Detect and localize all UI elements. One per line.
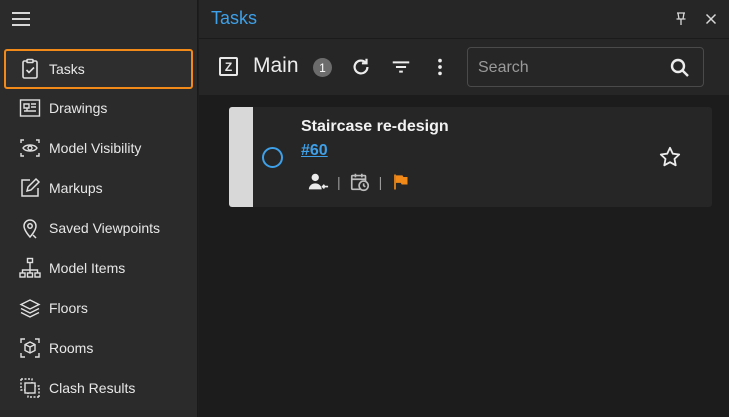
- sidebar-item-label: Floors: [49, 300, 88, 316]
- panel-titlebar: Tasks: [199, 0, 729, 38]
- list-name[interactable]: Main: [253, 54, 299, 78]
- filter-button[interactable]: [389, 55, 413, 79]
- meta-separator: |: [337, 174, 341, 190]
- tasks-toolbar: Z Main 1: [199, 38, 729, 95]
- favorite-star-icon[interactable]: [658, 145, 682, 169]
- sidebar-item-drawings[interactable]: Drawings: [4, 88, 193, 128]
- sidebar-item-label: Markups: [49, 180, 103, 196]
- search-icon[interactable]: [668, 56, 692, 80]
- sidebar-item-label: Clash Results: [49, 380, 136, 396]
- clipboard-check-icon: [16, 55, 44, 83]
- sidebar-item-model-visibility[interactable]: Model Visibility: [4, 128, 193, 168]
- refresh-button[interactable]: [349, 55, 373, 79]
- sidebar-item-label: Model Visibility: [49, 140, 142, 156]
- sidebar-item-label: Rooms: [49, 340, 94, 356]
- cube-frame-icon: [16, 334, 44, 362]
- refresh-icon: [353, 58, 369, 75]
- sidebar-item-label: Model Items: [49, 260, 126, 276]
- overlap-squares-icon: [16, 374, 44, 402]
- pin-icon[interactable]: [673, 11, 689, 27]
- task-count-badge: 1: [313, 58, 332, 77]
- drawing-sheet-icon: [16, 94, 44, 122]
- sidebar-item-label: Tasks: [49, 61, 85, 77]
- sidebar-item-model-items[interactable]: Model Items: [4, 248, 193, 288]
- sidebar-item-clash-results[interactable]: Clash Results: [4, 368, 193, 408]
- more-options-button[interactable]: [428, 55, 452, 79]
- tasks-panel: Tasks Z Main 1 Staircase re-design #60: [199, 0, 729, 417]
- assign-user-icon[interactable]: [307, 171, 329, 193]
- sidebar: Tasks Drawings Model Visibility Markups …: [0, 0, 198, 417]
- close-icon[interactable]: [702, 10, 720, 28]
- task-id-link[interactable]: #60: [301, 142, 328, 160]
- task-priority-strip: [229, 107, 253, 207]
- task-title: Staircase re-design: [301, 118, 449, 135]
- search-box: [467, 47, 704, 87]
- sidebar-item-rooms[interactable]: Rooms: [4, 328, 193, 368]
- sidebar-item-saved-viewpoints[interactable]: Saved Viewpoints: [4, 208, 193, 248]
- sidebar-item-label: Saved Viewpoints: [49, 220, 161, 236]
- eye-frame-icon: [16, 134, 44, 162]
- sidebar-item-floors[interactable]: Floors: [4, 288, 193, 328]
- filter-icon: [392, 61, 410, 73]
- layers-icon: [16, 294, 44, 322]
- due-date-icon[interactable]: [349, 171, 371, 193]
- map-pin-icon: [16, 214, 44, 242]
- more-vertical-icon: [438, 58, 442, 76]
- task-card[interactable]: Staircase re-design #60 | |: [229, 107, 712, 207]
- sidebar-item-label: Drawings: [49, 100, 108, 116]
- flag-icon[interactable]: [390, 172, 410, 192]
- task-status-toggle[interactable]: [262, 147, 283, 168]
- meta-separator: |: [378, 174, 383, 190]
- hamburger-menu-icon[interactable]: [12, 12, 32, 30]
- panel-title: Tasks: [211, 8, 258, 28]
- sidebar-item-tasks[interactable]: Tasks: [4, 49, 193, 89]
- sidebar-item-markups[interactable]: Markups: [4, 168, 193, 208]
- pencil-square-icon: [16, 174, 44, 202]
- hierarchy-tree-icon: [16, 254, 44, 282]
- task-meta: | |: [307, 170, 410, 194]
- list-tile-icon[interactable]: Z: [219, 57, 238, 76]
- search-input[interactable]: [478, 57, 658, 79]
